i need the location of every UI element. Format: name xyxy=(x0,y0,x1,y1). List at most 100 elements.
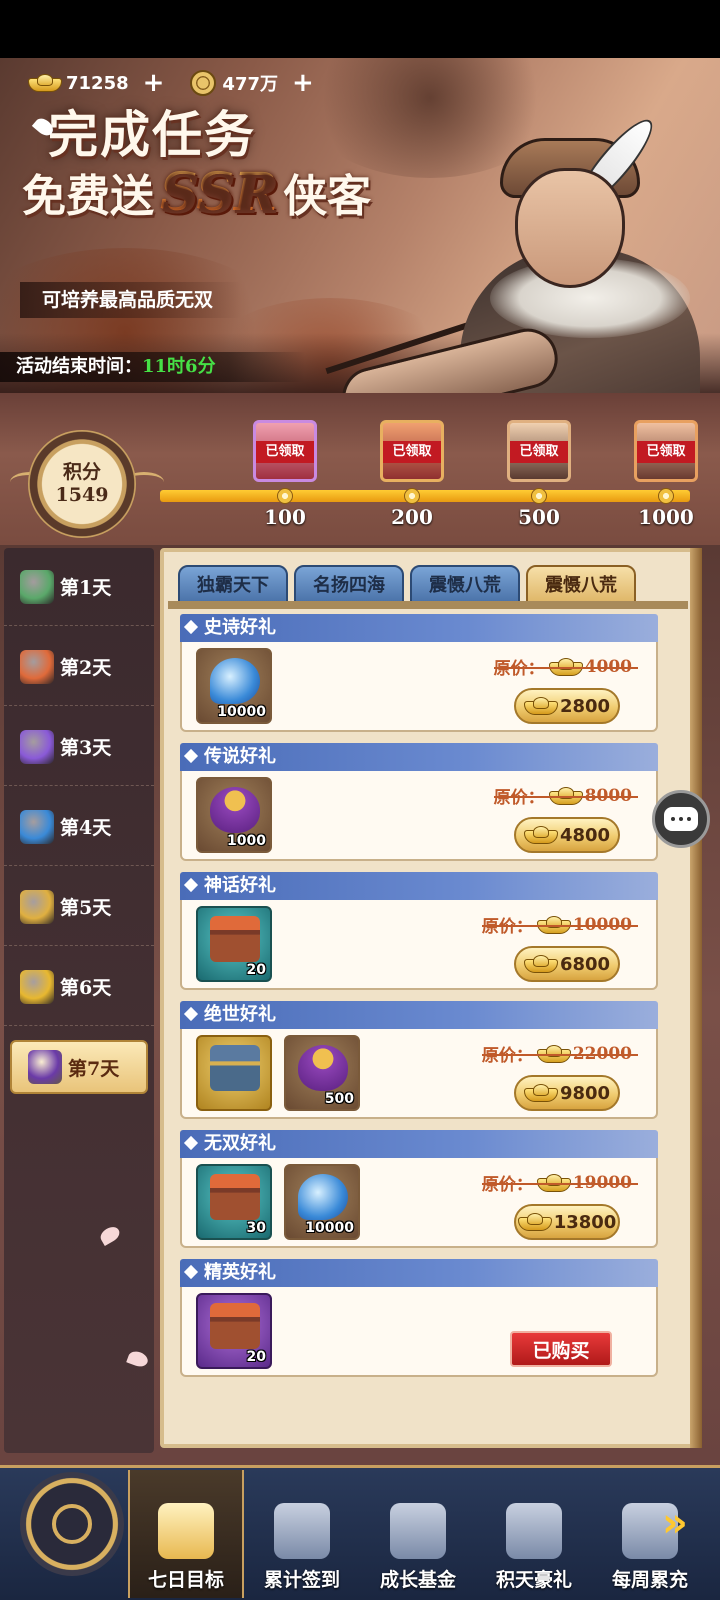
gift-card: 神话好礼 20 原价： 10000 6800 xyxy=(180,872,658,990)
gift-title: 史诗好礼 xyxy=(180,614,658,642)
buy-price: 4800 xyxy=(559,824,611,846)
progress-node-icon xyxy=(658,488,674,504)
nav-item-4[interactable]: 积天豪礼 xyxy=(476,1470,592,1598)
sidebar-day-7[interactable]: 第7天 xyxy=(10,1040,148,1094)
original-price: 原价： 19000 xyxy=(481,1170,638,1195)
gift-card: 传说好礼 1000 原价： 8000 4800 xyxy=(180,743,658,861)
gold-ingot-icon xyxy=(517,1213,552,1231)
strikethrough-line xyxy=(493,795,638,798)
chat-button[interactable] xyxy=(652,790,710,848)
milestone-value: 200 xyxy=(391,505,433,529)
buy-price: 6800 xyxy=(559,953,611,975)
sidebar-day-5[interactable]: 第5天 xyxy=(4,868,154,946)
currency-bar: 71258 + 477万 + xyxy=(28,70,314,96)
strikethrough-line xyxy=(481,1182,638,1185)
nav-item-1[interactable]: 七日目标 xyxy=(128,1470,244,1598)
gift-title: 无双好礼 xyxy=(180,1130,658,1158)
progress-node-icon xyxy=(531,488,547,504)
item-quantity: 20 xyxy=(246,962,266,978)
item-quantity: 1000 xyxy=(227,833,266,849)
hero-archer-illustration xyxy=(325,111,720,393)
gold-ingot-icon xyxy=(523,1084,558,1102)
sidebar-day-2[interactable]: 第2天 xyxy=(4,628,154,706)
status-bar xyxy=(0,0,720,58)
gift-title: 绝世好礼 xyxy=(180,1001,658,1029)
gold-ingot-currency: 71258 + xyxy=(28,70,164,96)
buy-price: 2800 xyxy=(559,695,611,717)
original-price: 原价： 10000 xyxy=(481,912,638,937)
buy-button[interactable]: 13800 xyxy=(514,1204,620,1240)
points-label: 积分 xyxy=(62,461,101,483)
original-price: 原价： 4000 xyxy=(493,654,638,679)
strikethrough-line xyxy=(481,1053,638,1056)
sidebar-day-4[interactable]: 第4天 xyxy=(4,788,154,866)
sidebar-day-1[interactable]: 第1天 xyxy=(4,548,154,626)
tab-4[interactable]: 震慑八荒 xyxy=(526,565,636,603)
home-button[interactable] xyxy=(20,1472,124,1576)
sidebar-day-6[interactable]: 第6天 xyxy=(4,948,154,1026)
milestone-reward-chest[interactable]: 已领取 xyxy=(507,420,571,482)
progress-node-icon xyxy=(404,488,420,504)
milestone-value: 1000 xyxy=(638,505,694,529)
gift-card: 精英好礼 20 已购买 xyxy=(180,1259,658,1377)
nav-item-5[interactable]: 每周累充 xyxy=(592,1470,708,1598)
sidebar-day-label: 第2天 xyxy=(60,657,112,679)
buy-price: 9800 xyxy=(559,1082,611,1104)
add-gold-button[interactable]: + xyxy=(143,70,165,96)
gift-body: 30 10000 原价： 19000 13800 xyxy=(180,1158,658,1248)
gift-body: 20 原价： 10000 6800 xyxy=(180,900,658,990)
letter-icon xyxy=(20,649,54,684)
golden-chest-icon xyxy=(210,1045,260,1091)
nav-item-label: 积天豪礼 xyxy=(495,1569,572,1591)
gem-icon xyxy=(20,729,54,764)
reward-item[interactable]: 30 xyxy=(196,1164,272,1240)
nav-more-arrow-icon[interactable]: » xyxy=(662,1500,688,1546)
reward-item[interactable]: 20 xyxy=(196,1293,272,1369)
reward-item[interactable]: 500 xyxy=(284,1035,360,1111)
treasure-chest-icon xyxy=(210,1174,260,1220)
gift-body: 1000 原价： 8000 4800 xyxy=(180,771,658,861)
tab-3[interactable]: 震慑八荒 xyxy=(410,565,520,603)
sidebar-day-label: 第4天 xyxy=(60,817,112,839)
points-value: 1549 xyxy=(55,484,109,506)
gift-body: 500 原价： 22000 9800 xyxy=(180,1029,658,1119)
gift-body: 10000 原价： 4000 2800 xyxy=(180,642,658,732)
sidebar-day-3[interactable]: 第3天 xyxy=(4,708,154,786)
reward-item[interactable] xyxy=(196,1035,272,1111)
tab-bar: 独霸天下 名扬四海 震慑八荒 震慑八荒 xyxy=(178,565,636,603)
reward-item[interactable]: 1000 xyxy=(196,777,272,853)
buy-button[interactable]: 6800 xyxy=(514,946,620,982)
progress-node-icon xyxy=(277,488,293,504)
milestone-reward-chest[interactable]: 已领取 xyxy=(253,420,317,482)
banner-subtitle: 免费送 SSR 侠客 xyxy=(22,161,372,223)
seven-day-icon xyxy=(158,1503,214,1559)
gift-body: 20 已购买 xyxy=(180,1287,658,1377)
sidebar-day-label: 第1天 xyxy=(60,577,112,599)
reward-item[interactable]: 20 xyxy=(196,906,272,982)
tab-1[interactable]: 独霸天下 xyxy=(178,565,288,603)
coin-value: 477万 xyxy=(222,74,278,95)
ssr-badge: SSR xyxy=(160,161,278,223)
tab-2[interactable]: 名扬四海 xyxy=(294,565,404,603)
nav-item-3[interactable]: 成长基金 xyxy=(360,1470,476,1598)
gift-card: 史诗好礼 10000 原价： 4000 2800 xyxy=(180,614,658,732)
claimed-label: 已领取 xyxy=(256,441,314,463)
copper-coin-icon xyxy=(190,70,217,96)
reward-item[interactable]: 10000 xyxy=(196,648,272,724)
banner-title: 完成任务 xyxy=(48,105,256,164)
buy-button[interactable]: 4800 xyxy=(514,817,620,853)
milestone-reward-chest[interactable]: 已领取 xyxy=(380,420,444,482)
buy-button[interactable]: 9800 xyxy=(514,1075,620,1111)
nav-item-2[interactable]: 累计签到 xyxy=(244,1470,360,1598)
reward-item[interactable]: 10000 xyxy=(284,1164,360,1240)
add-coin-button[interactable]: + xyxy=(292,70,314,96)
event-timer: 活动结束时间：11时6分 xyxy=(0,352,305,382)
sidebar-day-label: 第3天 xyxy=(60,737,112,759)
points-medal: 积分 1549 xyxy=(28,430,136,538)
milestone-value: 500 xyxy=(518,505,560,529)
potion-icon xyxy=(210,658,260,704)
milestone-reward-chest[interactable]: 已领取 xyxy=(634,420,698,482)
claimed-label: 已领取 xyxy=(383,441,441,463)
gift-card: 绝世好礼 500 原价： 22000 9800 xyxy=(180,1001,658,1119)
buy-button[interactable]: 2800 xyxy=(514,688,620,724)
